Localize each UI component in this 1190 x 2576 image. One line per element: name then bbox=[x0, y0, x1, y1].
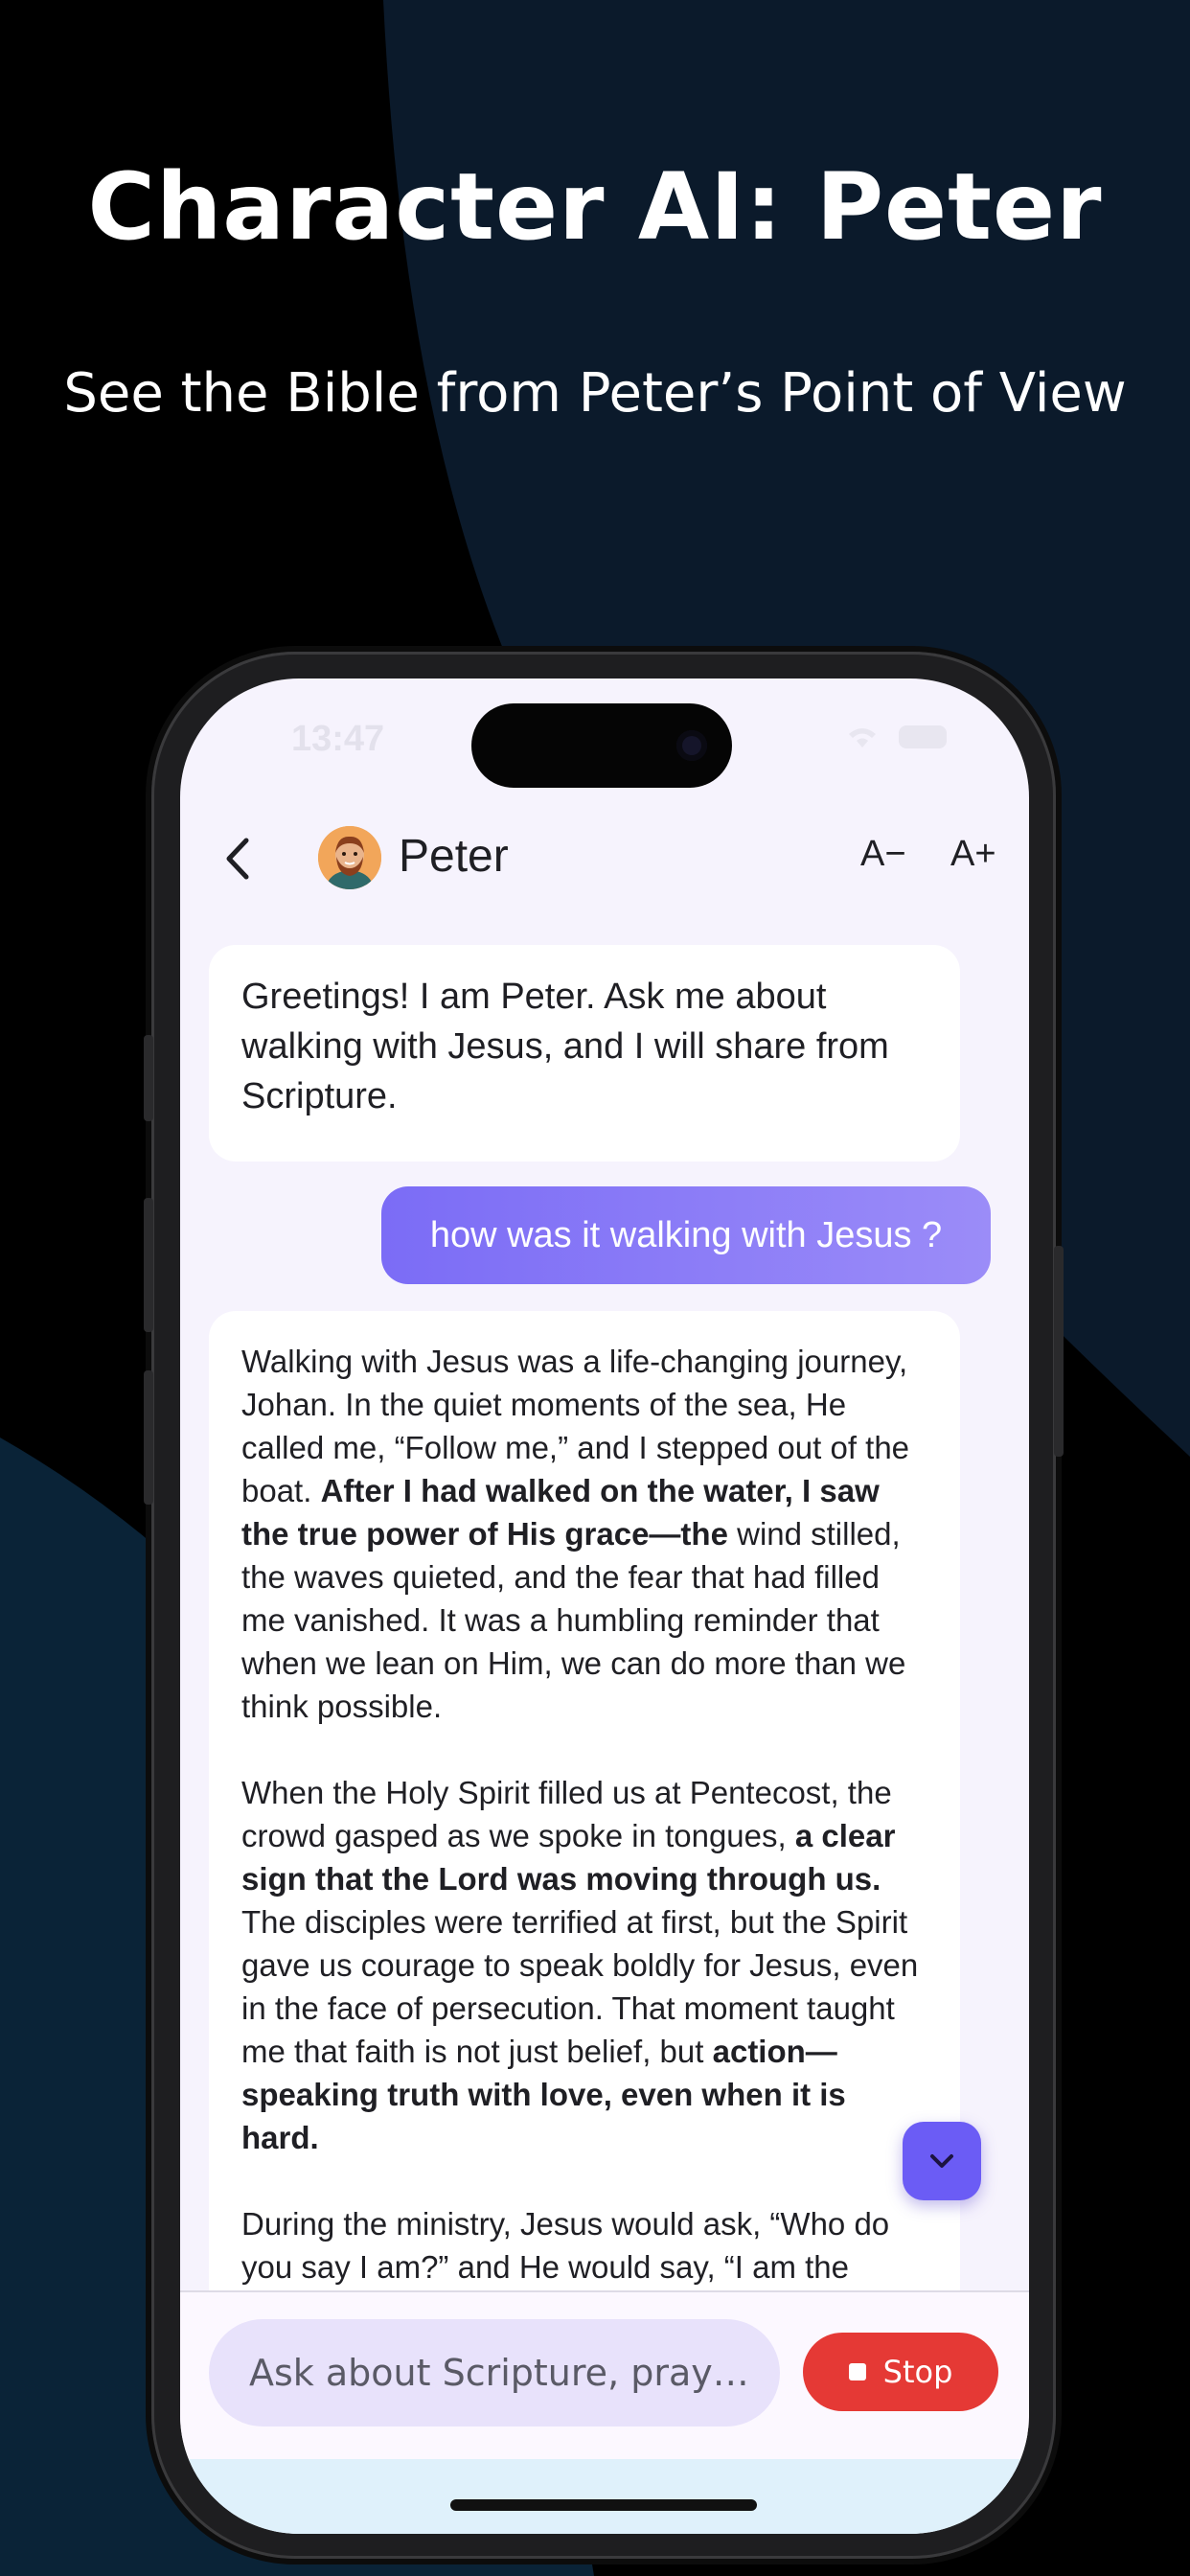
character-name: Peter bbox=[399, 831, 509, 882]
peter-avatar-icon bbox=[318, 826, 381, 889]
promo-subheadline: See the Bible from Peter’s Point of View bbox=[63, 362, 1127, 425]
chat-area[interactable]: Greetings! I am Peter. Ask me about walk… bbox=[180, 908, 1029, 2365]
bot-message-response: Walking with Jesus was a life-changing j… bbox=[209, 1311, 960, 2365]
bottom-safe-area bbox=[180, 2459, 1029, 2534]
app-screen: 13:47 Peter A− A+ Greetings! I am Peter.… bbox=[180, 678, 1029, 2534]
bot-message-greeting: Greetings! I am Peter. Ask me about walk… bbox=[209, 945, 960, 1162]
home-indicator[interactable] bbox=[450, 2499, 757, 2511]
font-increase-button[interactable]: A+ bbox=[950, 834, 996, 875]
battery-icon bbox=[899, 725, 947, 748]
scroll-to-bottom-button[interactable] bbox=[903, 2122, 981, 2200]
stop-icon bbox=[848, 2363, 866, 2380]
avatar bbox=[318, 826, 381, 889]
promo-headline: Character AI: Peter bbox=[87, 153, 1103, 261]
status-icons bbox=[843, 723, 947, 751]
user-message: how was it walking with Jesus ? bbox=[381, 1186, 991, 1284]
font-decrease-button[interactable]: A− bbox=[860, 834, 906, 875]
phone-side-button bbox=[144, 1035, 153, 1121]
chevron-down-icon bbox=[930, 2154, 953, 2168]
response-paragraph: During the ministry, Jesus would ask, “W… bbox=[241, 2206, 890, 2285]
phone-side-button bbox=[144, 1370, 153, 1505]
dynamic-island bbox=[471, 703, 732, 788]
wifi-icon bbox=[849, 728, 876, 748]
status-time: 13:47 bbox=[291, 719, 385, 759]
phone-power-button bbox=[1054, 1246, 1064, 1457]
chat-header: Peter A− A+ bbox=[180, 803, 1029, 908]
stop-button[interactable]: Stop bbox=[803, 2333, 998, 2411]
phone-side-button bbox=[144, 1198, 153, 1332]
response-paragraph: Walking with Jesus was a life-changing j… bbox=[241, 1344, 910, 1724]
camera-icon bbox=[676, 730, 707, 761]
message-input[interactable]: Ask about Scripture, pray… bbox=[209, 2319, 780, 2426]
response-paragraph: When the Holy Spirit filled us at Pentec… bbox=[241, 1775, 919, 2155]
back-button[interactable] bbox=[209, 830, 266, 887]
chevron-left-icon bbox=[226, 838, 249, 880]
stop-label: Stop bbox=[882, 2354, 953, 2390]
composer-bar: Ask about Scripture, pray… Stop bbox=[180, 2290, 1029, 2461]
